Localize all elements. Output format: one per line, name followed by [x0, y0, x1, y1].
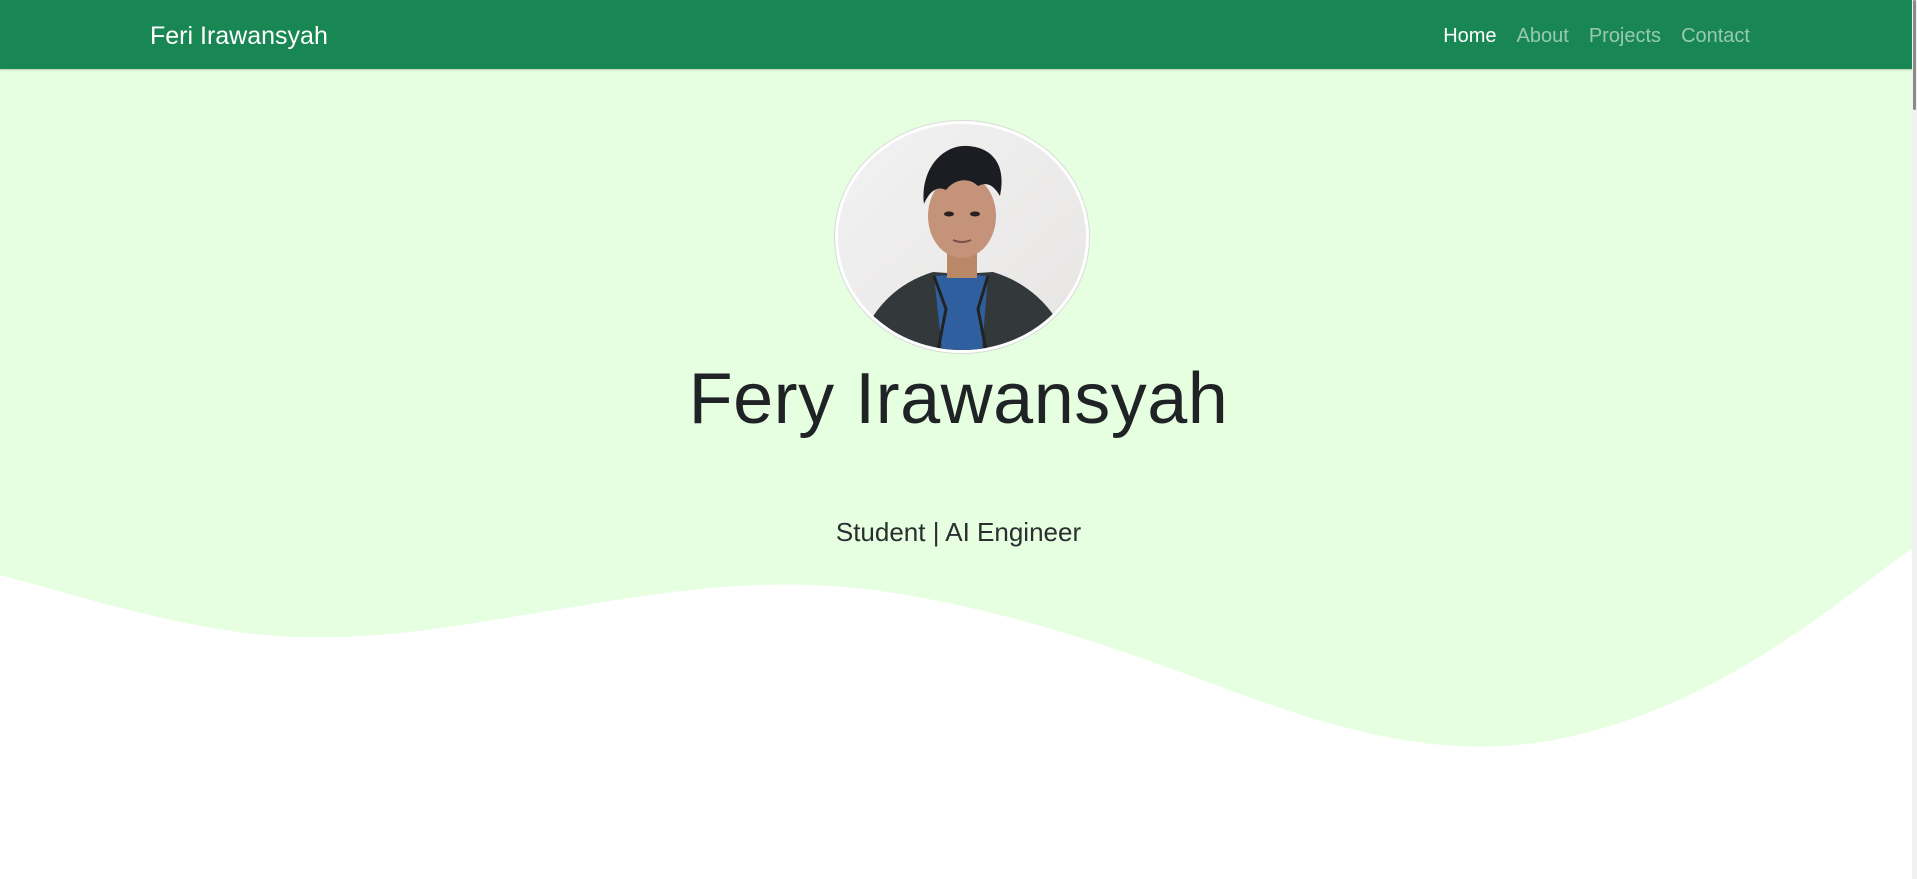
profile-photo-icon: [838, 124, 1086, 350]
nav-link-contact[interactable]: Contact: [1671, 22, 1760, 50]
page: Feri Irawansyah Home About Projects Cont…: [0, 0, 1917, 879]
nav-links: Home About Projects Contact: [1433, 22, 1760, 50]
hero-subtitle: Student | AI Engineer: [835, 517, 1082, 547]
nav-link-home[interactable]: Home: [1433, 22, 1506, 50]
nav-link-projects[interactable]: Projects: [1579, 22, 1671, 50]
profile-avatar: [835, 121, 1089, 353]
hero-section: Fery Irawansyah Student | AI Engineer: [0, 69, 1917, 879]
scrollbar-thumb[interactable]: [1913, 0, 1916, 110]
navbar: Feri Irawansyah Home About Projects Cont…: [0, 0, 1917, 69]
page-scrollbar[interactable]: [1912, 0, 1917, 879]
navbar-brand[interactable]: Feri Irawansyah: [150, 20, 328, 52]
nav-link-about[interactable]: About: [1507, 22, 1579, 50]
hero-title: Fery Irawansyah: [688, 359, 1229, 439]
